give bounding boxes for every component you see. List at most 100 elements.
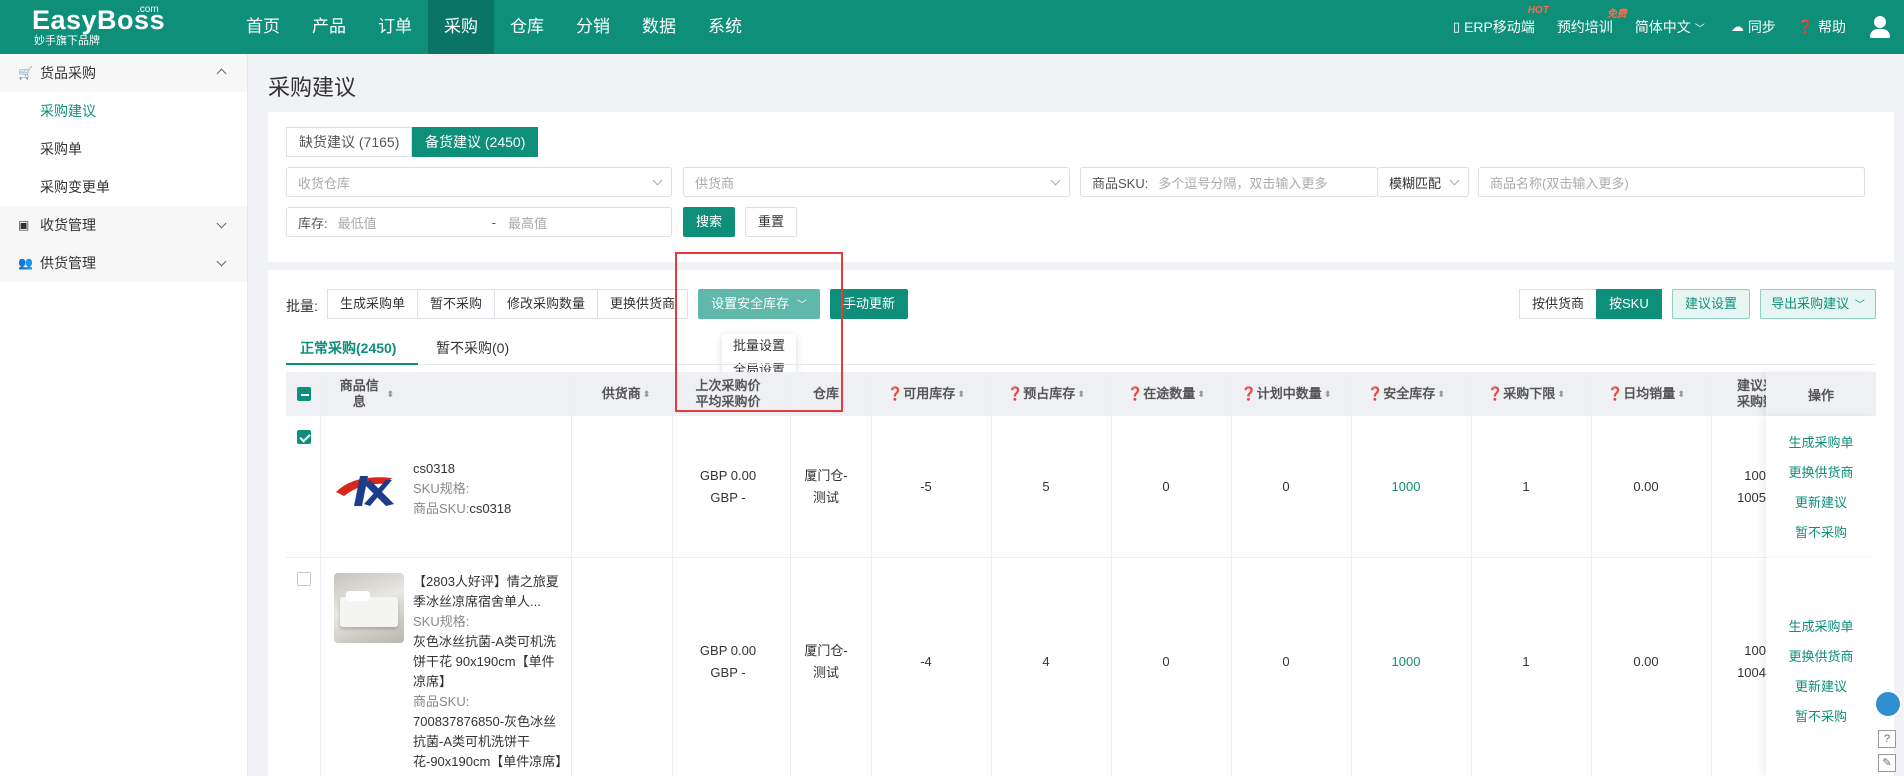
question-icon[interactable]: ?	[1878, 730, 1896, 748]
product-name-input[interactable]: 商品名称(双击输入更多)	[1478, 167, 1865, 197]
view-by-sku-button[interactable]: 按SKU	[1596, 289, 1662, 319]
floating-help-widget: ? ✎	[1872, 690, 1904, 776]
tab-paused-purchase[interactable]: 暂不采购(0)	[436, 338, 509, 358]
nav-orders[interactable]: 订单	[362, 0, 428, 54]
feedback-icon[interactable]: ✎	[1878, 754, 1896, 772]
export-suggestion-button[interactable]: 导出采购建议 ﹀	[1760, 289, 1876, 319]
row-reserved: 4	[1042, 654, 1050, 669]
col-product-info[interactable]: 商品信息 ⬍	[334, 372, 394, 416]
sidebar-group-goods-purchase[interactable]: 🛒 货品采购	[0, 54, 247, 92]
brand-name: EasyBoss	[32, 5, 166, 35]
supplier-select[interactable]: 供货商	[683, 167, 1070, 197]
help-icon: ❓	[1797, 19, 1814, 34]
batch-pause-button[interactable]: 暂不采购	[417, 289, 496, 319]
main-nav: 首页 产品 订单 采购 仓库 分销 数据 系统	[230, 0, 758, 54]
row-product-info: 【2803人好评】情之旅夏季冰丝凉席宿舍单人... SKU规格: 灰色冰丝抗菌-…	[413, 572, 563, 776]
sidebar-group-supply[interactable]: 👥 供货管理	[0, 244, 247, 282]
warehouse-select[interactable]: 收货仓库	[286, 167, 672, 197]
match-mode-select[interactable]: 模糊匹配	[1377, 167, 1469, 197]
row-planned: 0	[1282, 654, 1290, 669]
stock-range-input[interactable]: 库存: 最低值 - 最高值	[286, 207, 672, 237]
product-name-placeholder: 商品名称(双击输入更多)	[1490, 175, 1629, 191]
row-in-transit: 0	[1162, 479, 1170, 494]
row-operations: 生成采购单 更换供货商 更新建议 暂不采购	[1766, 558, 1876, 776]
op-generate-po[interactable]: 生成采购单	[1766, 428, 1876, 458]
op-pause-purchase[interactable]: 暂不采购	[1766, 702, 1876, 732]
sku-search-input[interactable]: 商品SKU: 多个逗号分隔，双击输入更多	[1080, 167, 1378, 197]
col-planned[interactable]: ❓计划中数量 ⬍	[1226, 372, 1346, 416]
sync-label: 同步	[1747, 19, 1776, 35]
nav-system[interactable]: 系统	[692, 0, 758, 54]
row-checkbox[interactable]	[297, 430, 311, 444]
sidebar-item-purchase-suggestion[interactable]: 采购建议	[0, 92, 247, 130]
product-thumbnail-image[interactable]	[334, 573, 404, 643]
clipboard-icon: ▣	[18, 218, 30, 232]
mobile-icon: ▯	[1452, 19, 1461, 34]
cart-icon: 🛒	[18, 66, 33, 80]
brand-sup: .com	[137, 4, 159, 15]
op-update-suggestion[interactable]: 更新建议	[1766, 672, 1876, 702]
help-button[interactable]: ❓ 帮助	[1798, 17, 1846, 37]
col-reserved-stock[interactable]: ❓预占库存 ⬍	[986, 372, 1106, 416]
col-lower-limit[interactable]: ❓采购下限 ⬍	[1466, 372, 1586, 416]
op-generate-po[interactable]: 生成采购单	[1766, 612, 1876, 642]
row-daily-sales: 0.00	[1633, 479, 1659, 494]
search-button[interactable]: 搜索	[683, 207, 735, 237]
training-link[interactable]: 预约培训 免费	[1557, 9, 1627, 37]
sku-label: 商品SKU:	[413, 501, 470, 516]
product-name[interactable]: 【2803人好评】情之旅夏季冰丝凉席宿舍单人...	[413, 572, 563, 612]
row-warehouse: 厦门仓-测试	[804, 643, 848, 680]
nav-products[interactable]: 产品	[296, 0, 362, 54]
row-reserved: 5	[1042, 479, 1050, 494]
op-change-supplier[interactable]: 更换供货商	[1766, 458, 1876, 488]
sync-button[interactable]: ☁ 同步	[1731, 17, 1776, 37]
support-avatar-icon[interactable]	[1874, 690, 1902, 718]
product-name[interactable]: cs0318	[413, 459, 563, 479]
product-logo-image	[336, 476, 394, 506]
reset-button[interactable]: 重置	[745, 207, 797, 237]
view-by-supplier-button[interactable]: 按供货商	[1519, 289, 1598, 319]
col-in-transit[interactable]: ❓在途数量 ⬍	[1106, 372, 1226, 416]
nav-warehouse[interactable]: 仓库	[494, 0, 560, 54]
product-sku: 700837876850-灰色冰丝抗菌-A类可机洗饼干花-90x190cm【单件…	[413, 714, 563, 769]
op-update-suggestion[interactable]: 更新建议	[1766, 488, 1876, 518]
erp-mobile-label: ERP移动端	[1464, 19, 1535, 35]
batch-generate-po-button[interactable]: 生成采购单	[327, 289, 419, 319]
brand-logo[interactable]: EasyBoss .com 妙手旗下品牌	[0, 0, 230, 54]
suggestion-settings-button[interactable]: 建议设置	[1672, 289, 1750, 319]
tab-shortage-suggestion[interactable]: 缺货建议 (7165)	[286, 127, 413, 157]
nav-home[interactable]: 首页	[230, 0, 296, 54]
users-icon: 👥	[18, 256, 33, 270]
nav-data[interactable]: 数据	[626, 0, 692, 54]
nav-distribution[interactable]: 分销	[560, 0, 626, 54]
op-pause-purchase[interactable]: 暂不采购	[1766, 518, 1876, 548]
sidebar-item-purchase-change[interactable]: 采购变更单	[0, 168, 247, 206]
row-safety-stock-link[interactable]: 1000	[1346, 416, 1466, 558]
col-available-stock[interactable]: ❓可用库存 ⬍	[866, 372, 986, 416]
erp-mobile-link[interactable]: ▯ ERP移动端 HOT	[1452, 5, 1549, 37]
brand-tagline: 妙手旗下品牌	[34, 35, 100, 47]
help-label: 帮助	[1818, 19, 1846, 35]
row-warehouse: 厦门仓-测试	[804, 468, 848, 505]
user-avatar-icon[interactable]	[1868, 15, 1892, 39]
sidebar-group-label: 货品采购	[40, 65, 96, 81]
tab-normal-purchase[interactable]: 正常采购(2450)	[300, 338, 396, 358]
stock-min-placeholder: 最低值	[337, 215, 377, 231]
table-header: 商品信息 ⬍ 供货商 ⬍ 上次采购价 平均采购价 仓库 ❓可用库存 ⬍ ❓预占库存 ⬍ ❓…	[286, 372, 1876, 416]
op-change-supplier[interactable]: 更换供货商	[1766, 642, 1876, 672]
sidebar-item-purchase-order[interactable]: 采购单	[0, 130, 247, 168]
page-title: 采购建议	[268, 75, 357, 100]
col-divider	[672, 372, 673, 776]
col-daily-sales[interactable]: ❓日均销量 ⬍	[1586, 372, 1706, 416]
select-all-checkbox[interactable]	[297, 387, 311, 401]
batch-modify-qty-button[interactable]: 修改采购数量	[494, 289, 599, 319]
row-checkbox[interactable]	[297, 572, 311, 586]
col-supplier[interactable]: 供货商 ⬍	[596, 372, 656, 416]
row-safety-stock-link[interactable]: 1000	[1346, 558, 1466, 766]
nav-purchase[interactable]: 采购	[428, 0, 494, 54]
language-selector[interactable]: 简体中文 ﹀	[1635, 17, 1709, 37]
col-safety-stock[interactable]: ❓安全库存 ⬍	[1346, 372, 1466, 416]
col-divider	[1231, 372, 1232, 776]
sidebar-group-receiving[interactable]: ▣ 收货管理	[0, 206, 247, 244]
tab-stock-suggestion[interactable]: 备货建议 (2450)	[412, 127, 539, 157]
